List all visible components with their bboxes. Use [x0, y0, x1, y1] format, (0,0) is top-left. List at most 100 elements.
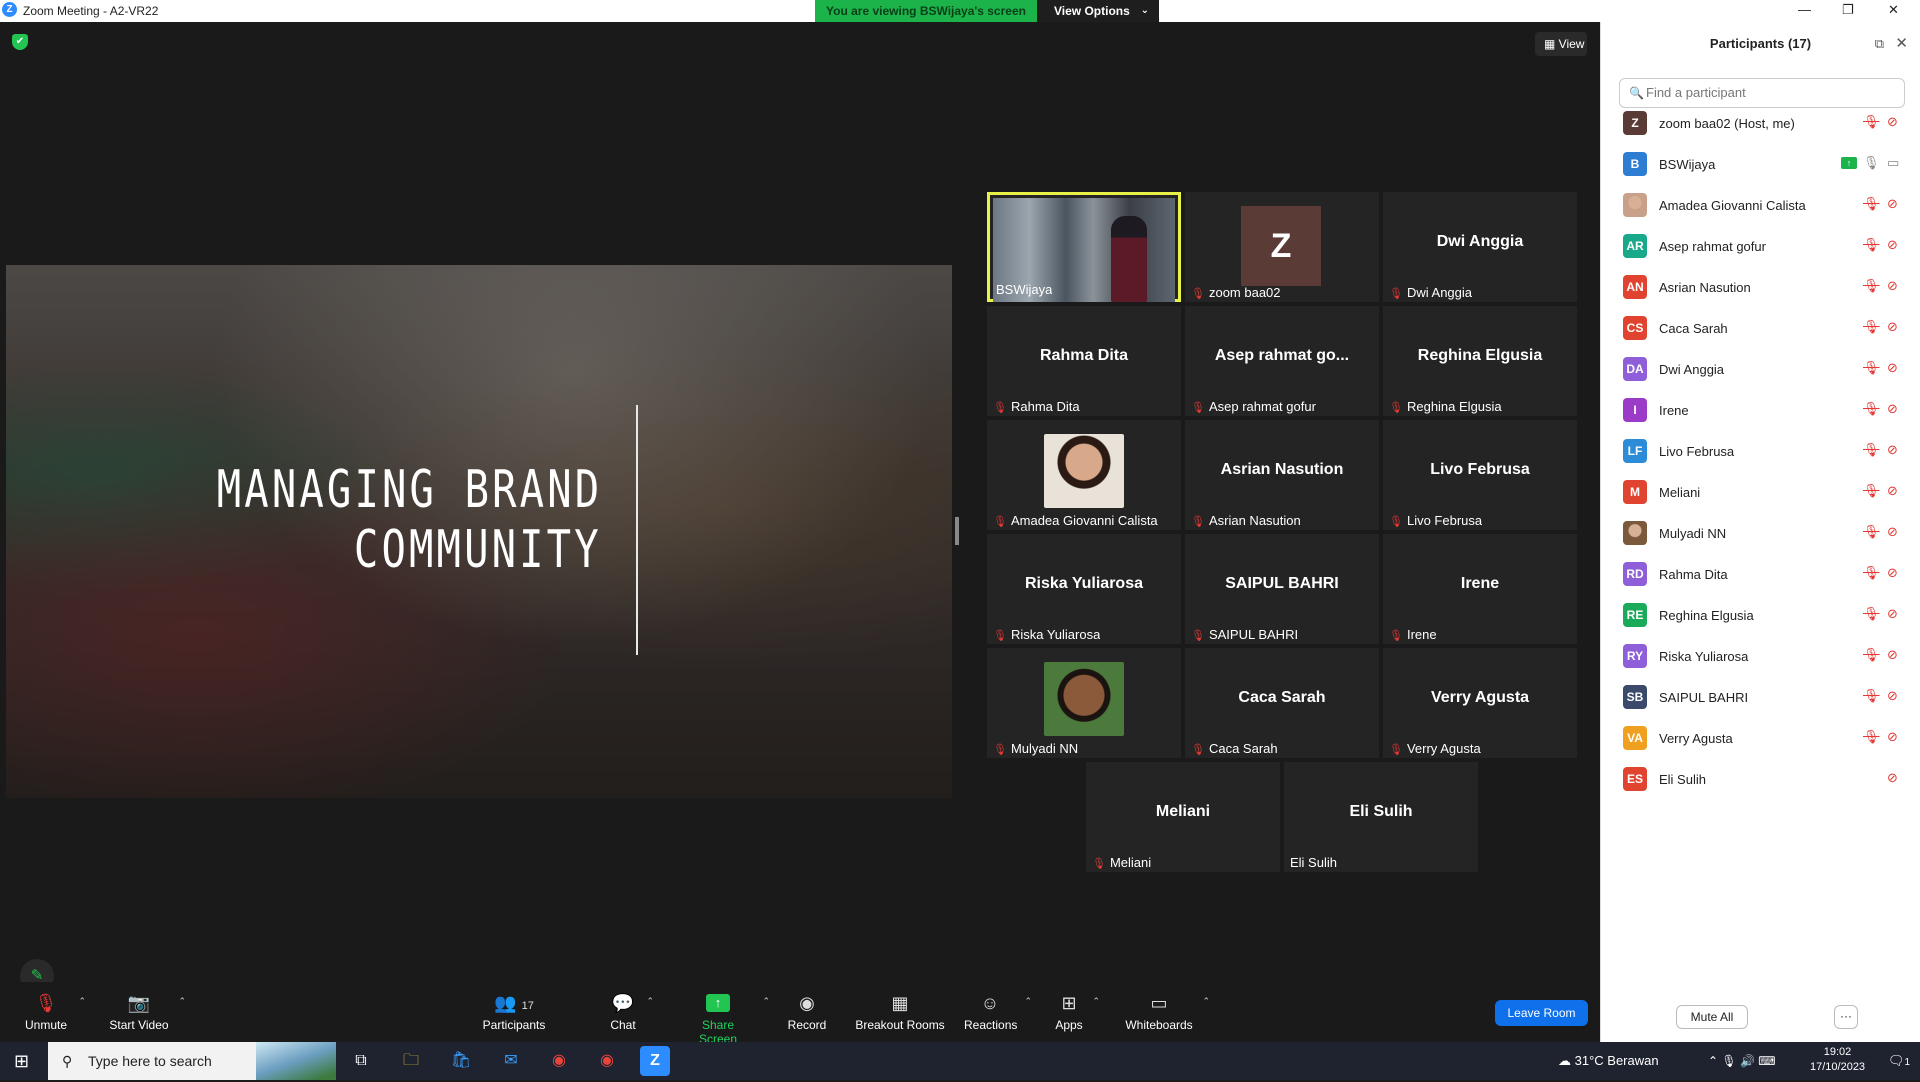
- mic-muted-icon[interactable]: 🎙: [1863, 401, 1880, 417]
- breakout-rooms-button[interactable]: ▦ Breakout Rooms: [855, 992, 945, 1032]
- file-explorer-icon[interactable]: 🗀: [396, 1046, 426, 1076]
- whiteboards-button[interactable]: ▭ Whiteboards ⌃: [1124, 992, 1210, 1032]
- camera-off-icon[interactable]: ⊘: [1887, 524, 1898, 540]
- mic-muted-icon[interactable]: 🎙: [1863, 729, 1880, 745]
- mic-muted-icon[interactable]: 🎙: [1863, 524, 1880, 540]
- caret-up-icon[interactable]: ⌃: [646, 996, 654, 1007]
- participant-tile[interactable]: 🎙 Mulyadi NN: [987, 648, 1181, 758]
- caret-up-icon[interactable]: ⌃: [1202, 996, 1210, 1007]
- participant-tile[interactable]: Rahma Dita 🎙 Rahma Dita: [987, 306, 1181, 416]
- notifications-icon[interactable]: 🗨1: [1888, 1042, 1910, 1080]
- caret-up-icon[interactable]: ⌃: [762, 996, 770, 1007]
- participant-row[interactable]: AR Asep rahmat gofur 🎙 ⊘: [1619, 226, 1909, 267]
- camera-off-icon[interactable]: ⊘: [1887, 360, 1898, 376]
- windows-start-icon[interactable]: ⊞: [14, 1042, 29, 1080]
- participant-row[interactable]: Amadea Giovanni Calista 🎙 ⊘: [1619, 185, 1909, 226]
- participant-tile[interactable]: Livo Februsa 🎙 Livo Februsa: [1383, 420, 1577, 530]
- unmute-button[interactable]: 🎙 Unmute ⌃: [22, 992, 86, 1032]
- participant-tile[interactable]: Asrian Nasution 🎙 Asrian Nasution: [1185, 420, 1379, 530]
- participant-tile[interactable]: Reghina Elgusia 🎙 Reghina Elgusia: [1383, 306, 1577, 416]
- minimize-icon[interactable]: —: [1798, 2, 1811, 17]
- mail-icon[interactable]: ✉: [496, 1046, 526, 1076]
- reactions-button[interactable]: ☺ Reactions ⌃: [964, 992, 1032, 1032]
- view-button[interactable]: ▦ View: [1535, 32, 1587, 56]
- clock[interactable]: 19:02 17/10/2023: [1810, 1045, 1865, 1075]
- participant-tile[interactable]: Dwi Anggia 🎙 Dwi Anggia: [1383, 192, 1577, 302]
- participant-row[interactable]: CS Caca Sarah 🎙 ⊘: [1619, 308, 1909, 349]
- mic-muted-icon[interactable]: 🎙: [1863, 196, 1880, 212]
- participants-button[interactable]: 👥 17 Participants: [482, 992, 546, 1032]
- participant-row[interactable]: Mulyadi NN 🎙 ⊘: [1619, 513, 1909, 554]
- camera-off-icon[interactable]: ⊘: [1887, 606, 1898, 622]
- participant-row[interactable]: Zzoom baa02 (Host, me) 🎙 ⊘: [1619, 103, 1909, 144]
- chrome-icon[interactable]: ◉: [544, 1046, 574, 1076]
- camera-off-icon[interactable]: ⊘: [1887, 237, 1898, 253]
- task-view-icon[interactable]: ⧉: [346, 1046, 376, 1076]
- mic-icon[interactable]: 🎙: [1863, 155, 1880, 171]
- mic-muted-icon[interactable]: 🎙: [1863, 114, 1880, 130]
- participant-tile[interactable]: SAIPUL BAHRI 🎙 SAIPUL BAHRI: [1185, 534, 1379, 644]
- close-panel-icon[interactable]: ✕: [1895, 34, 1908, 52]
- chrome-profile-icon[interactable]: ◉: [592, 1046, 622, 1076]
- caret-up-icon[interactable]: ⌃: [78, 996, 86, 1007]
- tray-icons[interactable]: ⌃ 🎙 🔊 ⌨: [1708, 1042, 1776, 1080]
- participant-row[interactable]: LF Livo Februsa 🎙 ⊘: [1619, 431, 1909, 472]
- more-options-button[interactable]: ···: [1834, 1005, 1858, 1029]
- participant-row[interactable]: I Irene 🎙 ⊘: [1619, 390, 1909, 431]
- participant-tile[interactable]: Riska Yuliarosa 🎙 Riska Yuliarosa: [987, 534, 1181, 644]
- participant-row[interactable]: ES Eli Sulih ⊘: [1619, 759, 1909, 800]
- zoom-taskbar-icon[interactable]: Z: [640, 1046, 670, 1076]
- mic-muted-icon[interactable]: 🎙: [1863, 360, 1880, 376]
- camera-off-icon[interactable]: ⊘: [1887, 442, 1898, 458]
- participant-row[interactable]: RD Rahma Dita 🎙 ⊘: [1619, 554, 1909, 595]
- mic-muted-icon[interactable]: 🎙: [1863, 442, 1880, 458]
- participant-row[interactable]: AN Asrian Nasution 🎙 ⊘: [1619, 267, 1909, 308]
- camera-off-icon[interactable]: ⊘: [1887, 647, 1898, 663]
- participant-tile[interactable]: Z 🎙 zoom baa02: [1185, 192, 1379, 302]
- mic-muted-icon[interactable]: 🎙: [1863, 565, 1880, 581]
- weather-widget[interactable]: ☁ 31°C Berawan: [1558, 1042, 1659, 1080]
- participant-tile[interactable]: 🎙 Amadea Giovanni Calista: [987, 420, 1181, 530]
- mic-muted-icon[interactable]: 🎙: [1863, 319, 1880, 335]
- mic-muted-icon[interactable]: 🎙: [1863, 647, 1880, 663]
- split-handle[interactable]: [955, 517, 959, 545]
- participant-tile[interactable]: Verry Agusta 🎙 Verry Agusta: [1383, 648, 1577, 758]
- mic-muted-icon[interactable]: 🎙: [1863, 483, 1880, 499]
- restore-icon[interactable]: ❐: [1842, 2, 1854, 18]
- caret-up-icon[interactable]: ⌃: [178, 996, 186, 1007]
- camera-off-icon[interactable]: ⊘: [1887, 319, 1898, 335]
- camera-off-icon[interactable]: ⊘: [1887, 401, 1898, 417]
- view-options-button[interactable]: View Options ⌄: [1037, 0, 1159, 22]
- camera-off-icon[interactable]: ⊘: [1887, 483, 1898, 499]
- participant-tile[interactable]: Irene 🎙 Irene: [1383, 534, 1577, 644]
- participant-row[interactable]: B BSWijaya ↑ 🎙 ▭: [1619, 144, 1909, 185]
- mute-all-button[interactable]: Mute All: [1676, 1005, 1748, 1029]
- mic-muted-icon[interactable]: 🎙: [1863, 688, 1880, 704]
- participant-tile[interactable]: BSWijaya: [987, 192, 1181, 302]
- participant-tile[interactable]: Asep rahmat go... 🎙 Asep rahmat gofur: [1185, 306, 1379, 416]
- apps-button[interactable]: ⊞ Apps ⌃: [1054, 992, 1100, 1032]
- participant-row[interactable]: RY Riska Yuliarosa 🎙 ⊘: [1619, 636, 1909, 677]
- security-shield-icon[interactable]: ✔: [12, 34, 28, 50]
- mic-muted-icon[interactable]: 🎙: [1863, 278, 1880, 294]
- record-button[interactable]: ◉ Record: [786, 992, 828, 1032]
- camera-off-icon[interactable]: ⊘: [1887, 278, 1898, 294]
- camera-off-icon[interactable]: ⊘: [1887, 196, 1898, 212]
- share-screen-button[interactable]: ↑ Share Screen ⌃: [682, 992, 770, 1046]
- camera-off-icon[interactable]: ⊘: [1887, 688, 1898, 704]
- participant-row[interactable]: M Meliani 🎙 ⊘: [1619, 472, 1909, 513]
- taskbar-search-input[interactable]: ⚲ Type here to search: [48, 1042, 336, 1080]
- popout-icon[interactable]: ⧉: [1875, 36, 1884, 52]
- store-icon[interactable]: 🛍: [446, 1046, 476, 1076]
- participant-row[interactable]: DA Dwi Anggia 🎙 ⊘: [1619, 349, 1909, 390]
- camera-off-icon[interactable]: ⊘: [1887, 729, 1898, 745]
- mic-muted-icon[interactable]: 🎙: [1863, 606, 1880, 622]
- caret-up-icon[interactable]: ⌃: [1092, 996, 1100, 1007]
- start-video-button[interactable]: 📷 Start Video ⌃: [108, 992, 186, 1032]
- camera-off-icon[interactable]: ⊘: [1887, 770, 1898, 786]
- participant-row[interactable]: RE Reghina Elgusia 🎙 ⊘: [1619, 595, 1909, 636]
- leave-room-button[interactable]: Leave Room: [1495, 1000, 1588, 1026]
- close-window-icon[interactable]: ✕: [1888, 2, 1899, 18]
- participant-tile[interactable]: Eli Sulih Eli Sulih: [1284, 762, 1478, 872]
- participant-row[interactable]: SB SAIPUL BAHRI 🎙 ⊘: [1619, 677, 1909, 718]
